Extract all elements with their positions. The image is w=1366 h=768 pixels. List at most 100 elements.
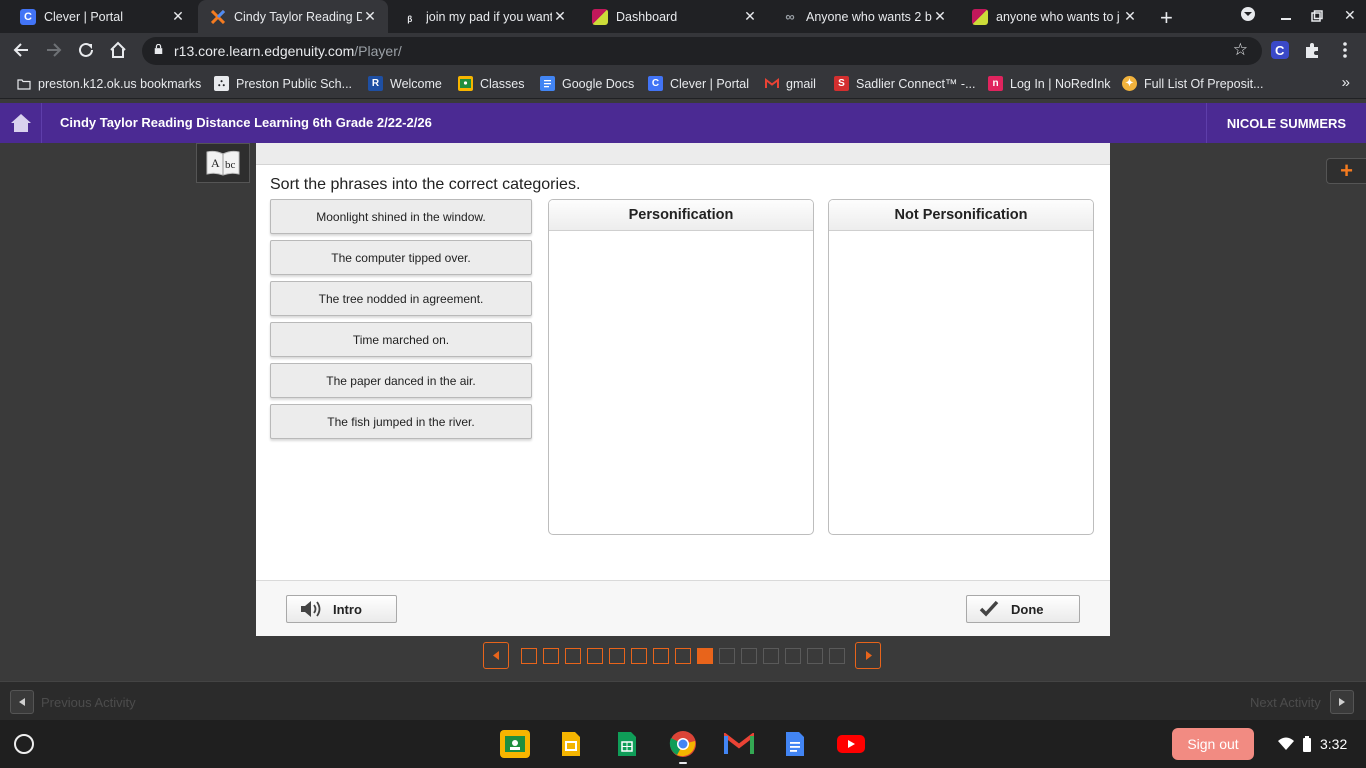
pager-box-9[interactable] — [697, 648, 713, 664]
close-tab-icon[interactable]: ✕ — [170, 8, 186, 25]
launcher-icon[interactable] — [14, 734, 34, 754]
clever-extension-icon[interactable]: C — [1271, 41, 1289, 59]
personification-drop-zone[interactable]: Personification — [548, 199, 814, 535]
pager-box-10[interactable] — [719, 648, 735, 664]
close-tab-icon[interactable]: ✕ — [1122, 8, 1138, 25]
link-icon: ∞ — [785, 9, 795, 24]
activity-prompt: Sort the phrases into the correct catego… — [270, 176, 581, 193]
close-tab-icon[interactable]: ✕ — [932, 8, 948, 25]
bookmark-item[interactable]: ✦ Full List Of Preposit... — [1122, 76, 1263, 91]
intro-label: Intro — [333, 601, 362, 617]
youtube-icon[interactable] — [836, 730, 866, 758]
more-bookmarks-icon[interactable]: » — [1342, 74, 1350, 91]
chrome-menu-icon[interactable] — [1336, 41, 1354, 59]
phrase-card[interactable]: Time marched on. — [270, 322, 532, 357]
sign-out-button[interactable]: Sign out — [1172, 728, 1254, 760]
chrome-icon[interactable] — [668, 730, 698, 758]
phrase-card[interactable]: The computer tipped over. — [270, 240, 532, 275]
course-title: Cindy Taylor Reading Distance Learning 6… — [60, 115, 432, 130]
pager-next-button[interactable] — [855, 642, 881, 669]
bookmark-label: Classes — [480, 76, 525, 91]
google-classroom-icon[interactable] — [500, 730, 530, 758]
user-name[interactable]: NICOLE SUMMERS — [1206, 103, 1366, 143]
home-icon[interactable] — [109, 41, 127, 63]
browser-tab[interactable]: C Clever | Portal ✕ — [8, 0, 196, 33]
new-tab-icon[interactable]: + — [1160, 5, 1173, 31]
pager-box-4[interactable] — [587, 648, 603, 664]
plus-icon: + — [1340, 158, 1353, 183]
bookmark-star-icon[interactable]: ☆ — [1233, 40, 1248, 60]
phrase-card[interactable]: Moonlight shined in the window. — [270, 199, 532, 234]
expand-tools-button[interactable]: + — [1326, 158, 1366, 184]
browser-tab[interactable]: ∞ Anyone who wants 2 b ✕ — [770, 0, 958, 33]
pager-box-2[interactable] — [543, 648, 559, 664]
bookmark-label: Welcome — [390, 76, 442, 91]
pear-deck-icon — [592, 8, 608, 25]
lock-icon[interactable] — [154, 44, 163, 54]
browser-tab-active[interactable]: Cindy Taylor Reading D ✕ — [198, 0, 388, 33]
gmail-icon[interactable] — [724, 730, 754, 758]
bookmark-item[interactable]: n Log In | NoRedInk — [988, 76, 1111, 91]
address-bar[interactable]: r13.core.learn.edgenuity.com/Player/ ☆ — [142, 37, 1262, 65]
pager-box-8[interactable] — [675, 648, 691, 664]
pear-deck-icon — [972, 8, 988, 25]
restore-icon[interactable] — [1311, 9, 1323, 25]
pager-box-6[interactable] — [631, 648, 647, 664]
phrase-card[interactable]: The tree nodded in agreement. — [270, 281, 532, 316]
gmail-icon — [764, 76, 779, 91]
reload-icon[interactable] — [77, 41, 95, 63]
bookmark-item[interactable]: preston.k12.ok.us bookmarks — [16, 76, 201, 91]
browser-toolbar: r13.core.learn.edgenuity.com/Player/ ☆ C — [0, 33, 1366, 69]
system-clock[interactable]: 3:32 — [1320, 736, 1347, 752]
extensions-puzzle-icon[interactable] — [1303, 41, 1321, 59]
pager-box-13[interactable] — [785, 648, 801, 664]
pager-previous-button[interactable] — [483, 642, 509, 669]
bookmark-item[interactable]: R Welcome — [368, 76, 442, 91]
browser-tab[interactable]: anyone who wants to j ✕ — [960, 0, 1148, 33]
bookmark-item[interactable]: S Sadlier Connect™ -... — [834, 76, 976, 91]
browser-tab[interactable]: Dashboard ✕ — [580, 0, 768, 33]
close-tab-icon[interactable]: ✕ — [552, 8, 568, 25]
back-arrow-icon[interactable] — [12, 41, 30, 63]
brainly-icon: ᵦ — [402, 8, 418, 25]
clever-icon: C — [648, 76, 663, 91]
google-slides-icon[interactable] — [556, 730, 586, 758]
profile-menu-icon[interactable] — [1240, 6, 1256, 25]
bookmark-item[interactable]: Google Docs — [540, 76, 634, 91]
pager-box-7[interactable] — [653, 648, 669, 664]
bookmark-label: Preston Public Sch... — [236, 76, 353, 91]
phrase-card[interactable]: The paper danced in the air. — [270, 363, 532, 398]
bookmark-item[interactable]: C Clever | Portal — [648, 76, 749, 91]
pager-box-3[interactable] — [565, 648, 581, 664]
previous-activity-button[interactable] — [10, 690, 34, 714]
google-sheets-icon[interactable] — [612, 730, 642, 758]
right-triangle-icon — [866, 651, 872, 660]
pager-box-5[interactable] — [609, 648, 625, 664]
home-button[interactable] — [0, 103, 42, 143]
bookmark-item[interactable]: ⛬ Preston Public Sch... — [214, 76, 352, 91]
close-tab-icon[interactable]: ✕ — [362, 8, 378, 25]
done-button[interactable]: Done — [966, 595, 1080, 623]
wifi-icon[interactable] — [1278, 737, 1294, 756]
battery-icon[interactable] — [1302, 736, 1312, 757]
pager-box-11[interactable] — [741, 648, 757, 664]
forward-arrow-icon[interactable] — [45, 41, 63, 63]
close-window-icon[interactable]: ✕ — [1344, 7, 1356, 24]
bookmark-item[interactable]: gmail — [764, 76, 816, 91]
sadlier-icon: S — [834, 76, 849, 91]
intro-button[interactable]: Intro — [286, 595, 397, 623]
minimize-icon[interactable] — [1280, 8, 1292, 24]
close-tab-icon[interactable]: ✕ — [742, 8, 758, 25]
book-abc-icon: A bc — [206, 150, 240, 176]
pager-box-15[interactable] — [829, 648, 845, 664]
bookmark-item[interactable]: Classes — [458, 76, 524, 91]
browser-tab[interactable]: ᵦ join my pad if you want ✕ — [390, 0, 578, 33]
pager-box-12[interactable] — [763, 648, 779, 664]
phrase-card[interactable]: The fish jumped in the river. — [270, 404, 532, 439]
not-personification-drop-zone[interactable]: Not Personification — [828, 199, 1094, 535]
next-activity-button[interactable] — [1330, 690, 1354, 714]
pager-box-14[interactable] — [807, 648, 823, 664]
google-docs-icon[interactable] — [780, 730, 810, 758]
pager-box-1[interactable] — [521, 648, 537, 664]
glossary-button[interactable]: A bc — [196, 143, 250, 183]
